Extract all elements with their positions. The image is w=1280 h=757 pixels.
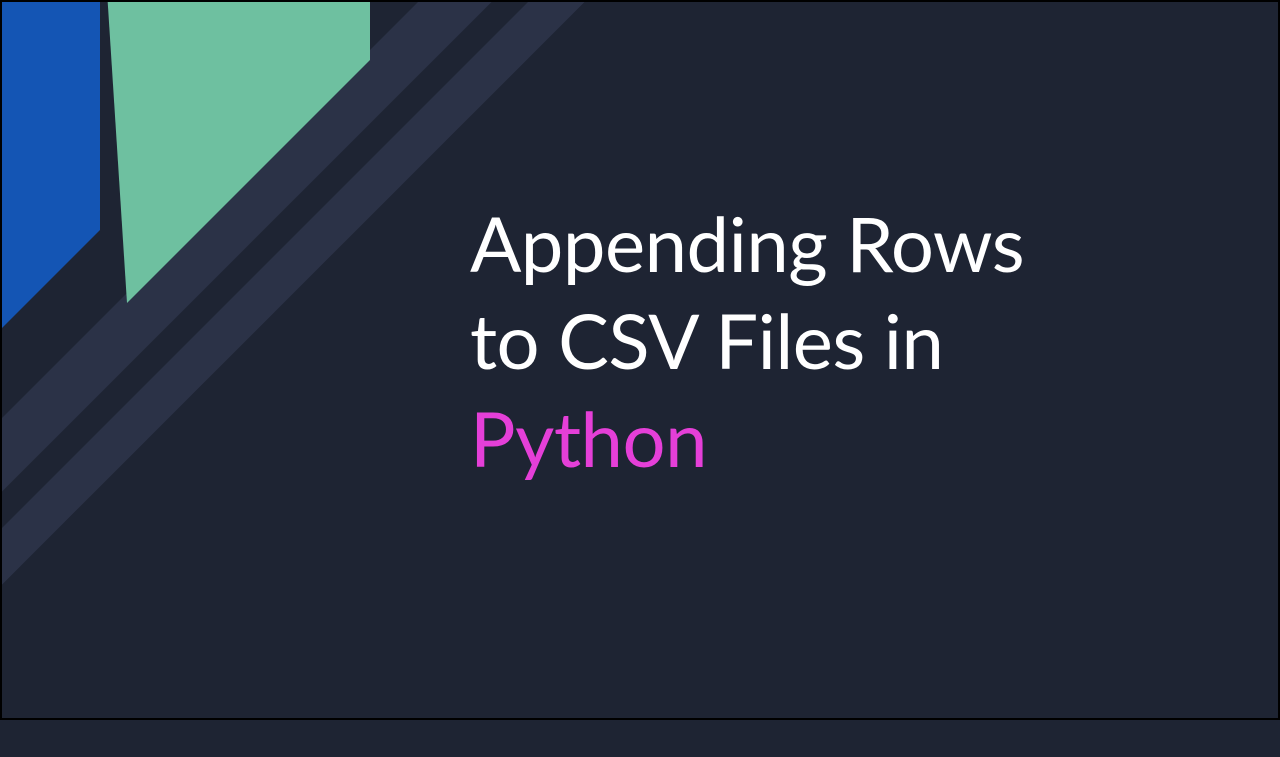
green-parallelogram-shape [105, 0, 405, 310]
title-text-line2: to CSV Files in [470, 295, 943, 386]
slide-title: Appending Rows to CSV Files in Python [470, 195, 1230, 487]
title-highlight: Python [470, 393, 707, 484]
title-text-line1: Appending Rows [470, 198, 1024, 289]
